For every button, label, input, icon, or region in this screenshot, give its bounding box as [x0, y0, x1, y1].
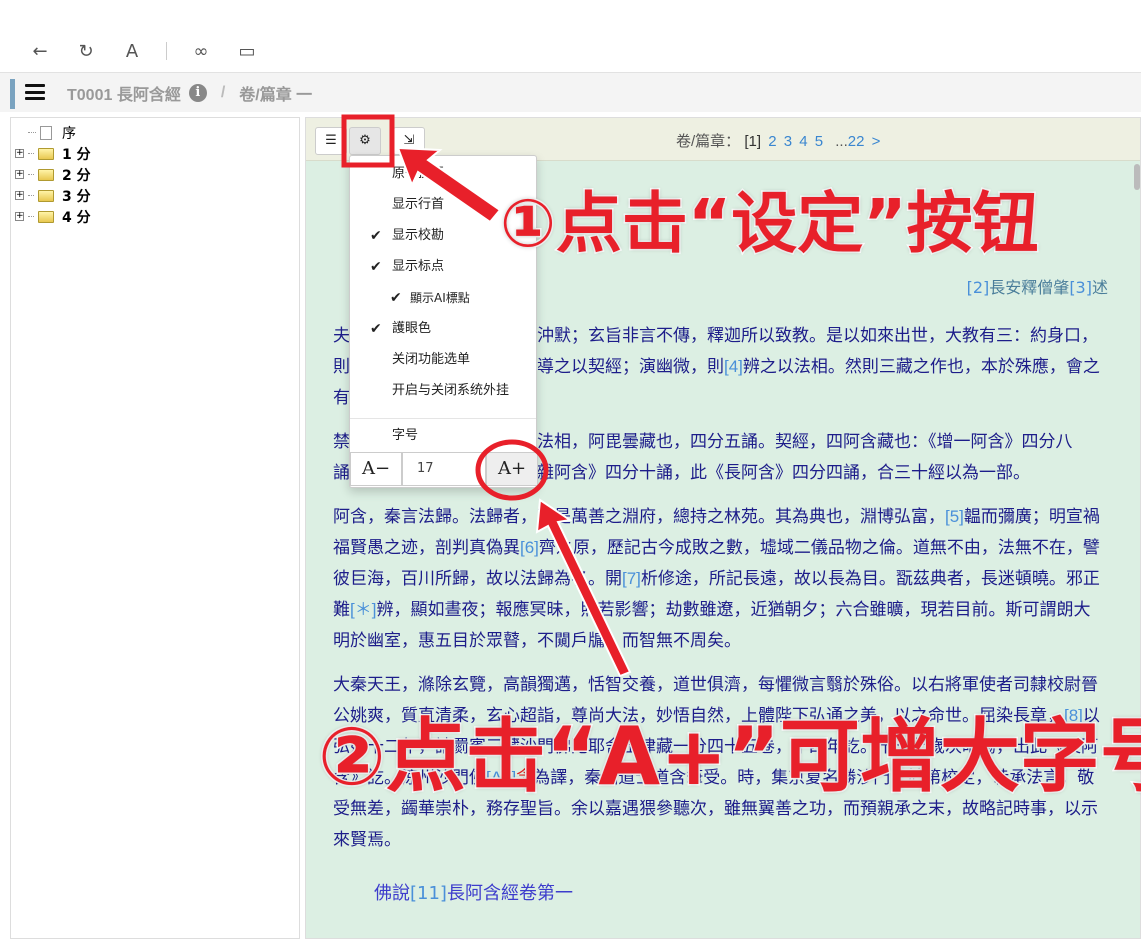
settings-button[interactable]: ⚙	[349, 127, 381, 155]
menu-item-eye-care[interactable]: ✔ 護眼色	[350, 314, 536, 344]
window-icon[interactable]: ▭	[235, 41, 259, 62]
accent-bar	[10, 79, 15, 109]
check-icon: ✔	[390, 290, 402, 306]
font-increase-button[interactable]: A+	[486, 452, 538, 486]
export-icon: ⇲	[403, 133, 415, 148]
current-page: [1]	[744, 133, 762, 150]
font-size-control: A− 17 A+	[350, 452, 538, 486]
scripture-title: 佛說[11]長阿含經卷第一	[374, 883, 573, 904]
tree-item[interactable]: +2 分	[15, 164, 299, 185]
expand-icon[interactable]: +	[15, 170, 24, 179]
annotation-step2: ②点击“A+”可增大字号	[317, 709, 1141, 805]
check-icon: ✔	[370, 259, 382, 275]
sutra-title[interactable]: T0001 長阿含經	[67, 81, 181, 105]
list-button[interactable]: ☰	[315, 127, 347, 155]
font-size-label: 字号	[392, 428, 419, 443]
tree-item[interactable]: +3 分	[15, 185, 299, 206]
link-icon[interactable]: ∞	[189, 41, 213, 62]
export-button[interactable]: ⇲	[393, 127, 425, 155]
menu-icon[interactable]	[25, 84, 45, 100]
back-icon[interactable]: ←	[28, 41, 52, 62]
font-decrease-button[interactable]: A−	[350, 452, 402, 486]
annotation-step1: ①点击“设定”按钮	[499, 184, 1041, 264]
scrollbar[interactable]	[1134, 164, 1140, 190]
page-link[interactable]: 2	[768, 133, 776, 150]
folder-icon	[38, 147, 54, 160]
page-link-last[interactable]: 22	[848, 133, 865, 150]
gear-icon: ⚙	[359, 133, 371, 148]
expand-icon[interactable]: +	[15, 212, 24, 221]
expand-icon[interactable]: +	[15, 191, 24, 200]
breadcrumb: T0001 長阿含經 i / 卷/篇章 一	[67, 81, 312, 105]
page-link[interactable]: 3	[784, 133, 792, 150]
author-line: [2]長安釋僧肇[3]述	[966, 278, 1108, 297]
page-link[interactable]: 5	[815, 133, 823, 150]
menu-divider	[350, 418, 536, 419]
font-icon[interactable]: A	[120, 41, 144, 62]
menu-item-close-menu[interactable]: 关闭功能选单	[350, 345, 536, 375]
breadcrumb-separator: /	[220, 84, 226, 101]
check-icon: ✔	[370, 321, 382, 337]
divider	[166, 42, 167, 60]
menu-item-ai-punctuation[interactable]: ✔ 顯示AI標點	[350, 283, 536, 313]
page-header: T0001 長阿含經 i / 卷/篇章 一	[0, 72, 1141, 112]
chapter-title: 卷/篇章 一	[239, 87, 313, 104]
tree-item[interactable]: 序	[15, 122, 299, 143]
expand-icon[interactable]: +	[15, 149, 24, 158]
paragraph: 阿含，秦言法歸。法歸者，蓋是萬善之淵府，總持之林苑。其為典也，淵博弘富，[5]韞…	[333, 507, 1100, 650]
note-marker[interactable]: [6]	[520, 538, 539, 557]
browser-toolbar: ← ↻ A ∞ ▭	[0, 30, 1141, 72]
tree-item[interactable]: +1 分	[15, 143, 299, 164]
folder-icon	[38, 189, 54, 202]
document-icon	[40, 125, 52, 140]
check-icon: ✔	[370, 228, 382, 244]
page-link[interactable]: 4	[799, 133, 807, 150]
refresh-icon[interactable]: ↻	[74, 41, 98, 62]
info-icon[interactable]: i	[188, 84, 207, 102]
menu-item-plugins[interactable]: 开启与关闭系统外挂	[350, 376, 536, 406]
chapter-pager: 卷/篇章： [1] 2 3 4 5 ...22 >	[676, 133, 881, 150]
next-page-link[interactable]: >	[872, 133, 881, 150]
catalog-tree: 序 +1 分 +2 分 +3 分 +4 分	[10, 117, 300, 939]
folder-icon	[38, 168, 54, 181]
folder-icon	[38, 210, 54, 223]
tree-item[interactable]: +4 分	[15, 206, 299, 227]
font-size-input[interactable]: 17	[402, 452, 486, 486]
